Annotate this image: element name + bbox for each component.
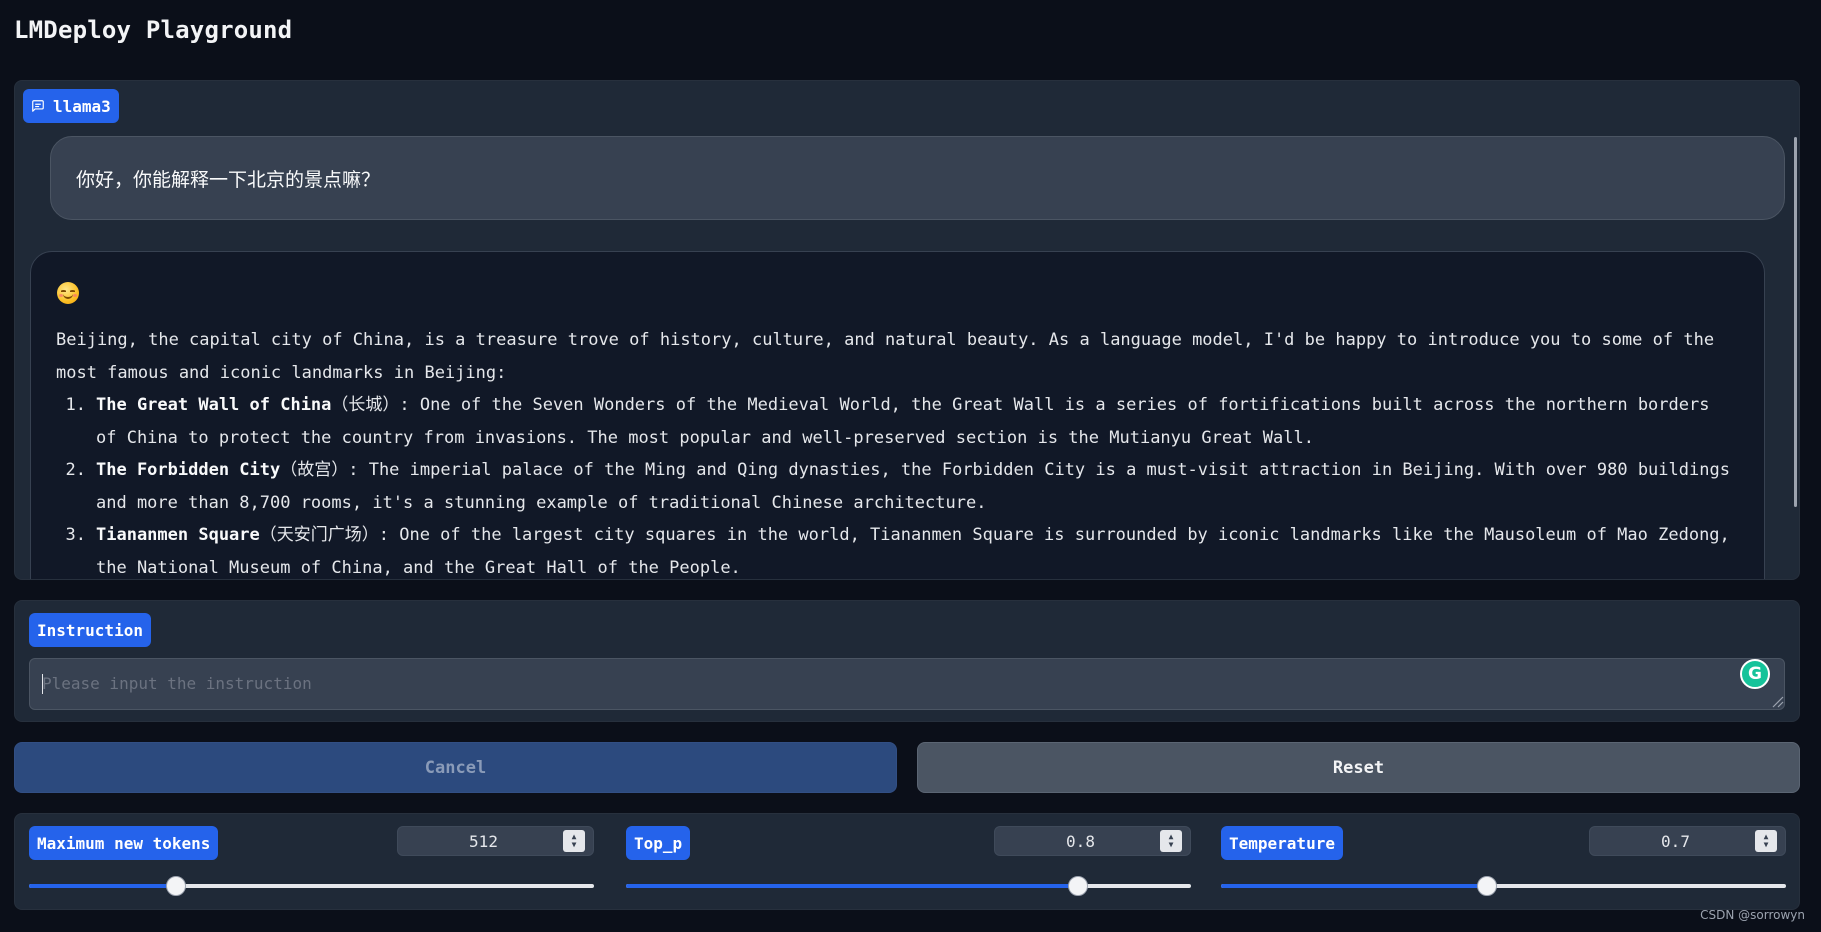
list-item-title: Tiananmen Square <box>96 525 260 545</box>
spinner-icon[interactable]: ▲ ▼ <box>1160 830 1182 852</box>
text-caret <box>42 674 43 694</box>
list-item-number: 2. <box>65 460 86 480</box>
param-label: Temperature <box>1221 826 1343 860</box>
watermark: CSDN @sorrowyn <box>1700 908 1805 922</box>
landmark-list: 1. The Great Wall of China（长城）: One of t… <box>56 389 1740 579</box>
max-new-tokens-input[interactable]: 512 ▲ ▼ <box>397 826 594 856</box>
top-p-slider[interactable] <box>626 876 1191 896</box>
bot-intro-text: Beijing, the capital city of China, is a… <box>56 330 1715 383</box>
parameters-panel: Maximum new tokens 512 ▲ ▼ Top_p 0.8 ▲ ▼ T… <box>14 813 1800 910</box>
max-new-tokens-slider[interactable] <box>29 876 594 896</box>
chat-scrollbar[interactable] <box>1794 137 1797 507</box>
list-item: 1. The Great Wall of China（长城）: One of t… <box>56 389 1740 454</box>
slider-fill <box>29 884 176 888</box>
app-title: LMDeploy Playground <box>14 16 293 44</box>
list-item-title: The Forbidden City <box>96 460 281 480</box>
list-item: 2. The Forbidden City（故宫）: The imperial … <box>56 454 1740 519</box>
temperature-slider[interactable] <box>1221 876 1786 896</box>
slider-thumb[interactable] <box>165 876 186 896</box>
param-max-new-tokens: Maximum new tokens 512 ▲ ▼ <box>15 814 594 911</box>
slider-thumb[interactable] <box>1068 876 1088 896</box>
chatbot-label-text: llama3 <box>53 96 111 116</box>
list-item-chinese: （天安门广场） <box>259 525 379 545</box>
list-item-number: 1. <box>65 395 86 415</box>
number-value[interactable]: 512 <box>398 832 563 851</box>
top-p-input[interactable]: 0.8 ▲ ▼ <box>994 826 1191 856</box>
instruction-label: Instruction <box>29 613 151 647</box>
param-label: Top_p <box>626 826 691 860</box>
user-message-text: 你好，你能解释一下北京的景点嘛？ <box>76 168 381 191</box>
resize-handle-icon[interactable] <box>1770 694 1784 708</box>
number-value[interactable]: 0.8 <box>995 832 1160 851</box>
bot-message: Beijing, the capital city of China, is a… <box>30 251 1765 579</box>
spinner-icon[interactable]: ▲ ▼ <box>1755 830 1777 852</box>
param-label: Maximum new tokens <box>29 826 219 860</box>
list-item-number: 3. <box>65 525 86 545</box>
list-item-title: The Great Wall of China <box>96 395 332 415</box>
chatbot-label: llama3 <box>23 89 119 123</box>
list-item-chinese: （长城） <box>331 395 400 415</box>
param-temperature: Temperature 0.7 ▲ ▼ <box>1207 814 1786 911</box>
slider-thumb[interactable] <box>1476 876 1497 896</box>
instruction-input[interactable] <box>29 658 1785 710</box>
slider-fill <box>1221 884 1487 888</box>
user-message: 你好，你能解释一下北京的景点嘛？ <box>50 136 1785 220</box>
param-top-p: Top_p 0.8 ▲ ▼ <box>612 814 1191 911</box>
temperature-input[interactable]: 0.7 ▲ ▼ <box>1589 826 1786 856</box>
grammarly-icon[interactable]: G <box>1740 659 1770 689</box>
chatbot-panel[interactable]: llama3 你好，你能解释一下北京的景点嘛？ Beijing, the cap… <box>14 80 1800 580</box>
chat-icon <box>31 99 45 113</box>
reset-button[interactable]: Reset <box>917 742 1800 793</box>
spinner-icon[interactable]: ▲ ▼ <box>563 830 585 852</box>
instruction-panel: Instruction G <box>14 600 1800 722</box>
list-item: 3. Tiananmen Square（天安门广场）: One of the l… <box>56 519 1740 579</box>
cancel-button[interactable]: Cancel <box>14 742 897 793</box>
number-value[interactable]: 0.7 <box>1590 832 1755 851</box>
slider-fill <box>626 884 1078 888</box>
list-item-chinese: （故宫） <box>280 460 349 480</box>
smiling-face-icon <box>57 282 79 304</box>
